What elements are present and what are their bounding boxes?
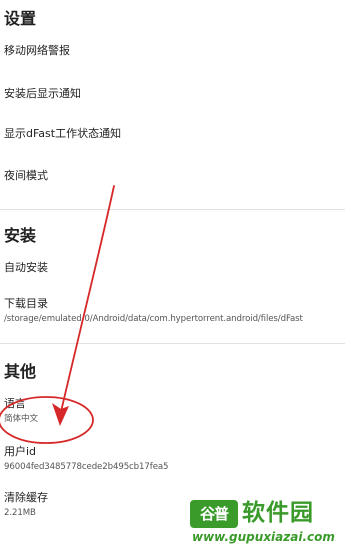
setting-mobile-network-alert[interactable]: 移动网络警报 (4, 44, 345, 58)
setting-user-id-label: 用户id (4, 445, 37, 458)
setting-show-notification-after-install-label: 安装后显示通知 (4, 87, 81, 100)
setting-auto-install[interactable]: 自动安装 (4, 261, 345, 275)
setting-mobile-network-alert-label: 移动网络警报 (4, 44, 70, 57)
setting-night-mode-label: 夜间模式 (4, 169, 48, 182)
setting-language-value: 简体中文 (4, 414, 38, 424)
watermark-logo: 谷普 (190, 500, 238, 528)
section-title-settings: 设置 (4, 9, 37, 28)
setting-night-mode[interactable]: 夜间模式 (4, 169, 345, 183)
setting-show-dfast-status-notification[interactable]: 显示dFast工作状态通知 (4, 127, 345, 141)
section-title-install: 安装 (4, 226, 37, 245)
watermark-name: 软件园 (242, 500, 314, 526)
section-divider (0, 343, 345, 344)
setting-auto-install-label: 自动安装 (4, 261, 48, 274)
setting-language[interactable]: 语言 简体中文 (4, 397, 345, 425)
setting-show-notification-after-install[interactable]: 安装后显示通知 (4, 87, 345, 101)
watermark-url: www.gupuxiazai.com (192, 530, 335, 544)
setting-download-directory-path: /storage/emulated/0/Android/data/com.hyp… (4, 314, 303, 324)
setting-user-id[interactable]: 用户id 96004fed3485778cede2b495cb17fea5 (4, 445, 345, 473)
section-title-other: 其他 (4, 362, 37, 381)
watermark: 谷普 软件园 www.gupuxiazai.com (186, 494, 345, 548)
setting-language-label: 语言 (4, 397, 26, 410)
section-divider (0, 209, 345, 210)
setting-download-directory[interactable]: 下载目录 /storage/emulated/0/Android/data/co… (4, 297, 345, 325)
setting-user-id-value: 96004fed3485778cede2b495cb17fea5 (4, 462, 169, 472)
setting-download-directory-label: 下载目录 (4, 297, 48, 310)
setting-show-dfast-status-notification-label: 显示dFast工作状态通知 (4, 127, 122, 140)
